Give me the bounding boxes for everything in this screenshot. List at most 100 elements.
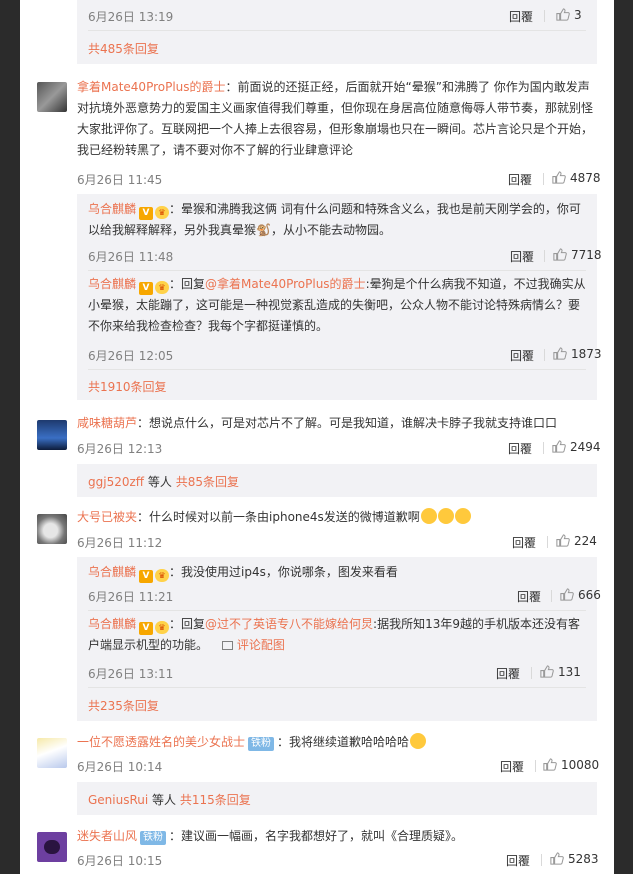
user-name[interactable]: 大号已被夹 — [77, 510, 137, 524]
thumbs-up-icon — [543, 758, 557, 771]
like-count: 3 — [574, 7, 582, 22]
comment-time: 6月26日 10:15 — [77, 854, 163, 868]
like-button[interactable]: 666 — [559, 587, 601, 602]
user-name[interactable]: 迷失者山风 — [77, 829, 137, 843]
crown-badge: ♛ — [155, 621, 170, 634]
reply-button[interactable]: 回覆 — [510, 248, 534, 265]
user-name[interactable]: 咸味糖葫芦 — [77, 416, 137, 430]
reply-button[interactable]: 回覆 — [508, 440, 532, 457]
reply-button[interactable]: 回覆 — [510, 347, 534, 364]
reply-button[interactable]: 回覆 — [508, 171, 532, 188]
user-name[interactable]: GeniusRui — [88, 793, 148, 807]
like-count: 666 — [578, 587, 601, 602]
more-replies-row: ggj520zff 等人 共85条回复 — [88, 475, 239, 489]
user-name[interactable]: 拿着Mate40ProPlus的爵士 — [77, 80, 226, 94]
comment-time: 6月26日 13:11 — [88, 667, 174, 681]
like-count: 2494 — [570, 439, 601, 454]
v-verified-badge: V — [139, 282, 154, 295]
sub-reply-text: 乌合麒麟 V ♛ ：我没使用过ip4s，你说哪条，图发来看看 — [88, 565, 398, 583]
comment-content: ：我将继续道歉哈哈哈哈 — [277, 735, 410, 749]
comment-time: 6月26日 11:45 — [77, 173, 163, 187]
avatar[interactable] — [37, 738, 67, 768]
user-name[interactable]: 乌合麒麟 — [88, 202, 136, 216]
emoji-icon — [437, 508, 454, 524]
comment-text: 拿着Mate40ProPlus的爵士：前面说的还挺正经，后面就开始“晕猴”和沸腾… — [77, 77, 597, 161]
thumbs-up-icon — [552, 440, 566, 453]
like-button[interactable]: 5283 — [549, 851, 599, 866]
v-verified-badge: V — [139, 570, 154, 583]
sub-reply-box: GeniusRui 等人 共115条回复 — [77, 782, 597, 815]
like-button[interactable]: 224 — [555, 533, 597, 548]
like-button[interactable]: 1873 — [552, 346, 602, 361]
user-name[interactable]: ggj520zff — [88, 475, 144, 489]
comment-text: 咸味糖葫芦：想说点什么，可是对芯片不了解。可是我知道，谁解决卡脖子我就支持谁口口 — [77, 413, 597, 434]
comment-text: 大号已被夹：什么时候对以前一条由iphone4s发送的微博道歉啊 — [77, 507, 597, 528]
sub-reply-text: 乌合麒麟 V ♛ ：晕猴和沸腾我这俩 词有什么问题和特殊含义么，我也是前天刚学会的，你… — [88, 202, 581, 237]
reply-button[interactable]: 回覆 — [517, 588, 541, 605]
avatar[interactable] — [37, 514, 67, 544]
fan-badge: 铁粉 — [140, 831, 167, 845]
like-count: 5283 — [568, 851, 599, 866]
sub-reply-box: 乌合麒麟 V ♛ ：我没使用过ip4s，你说哪条，图发来看看 6月26日 11:21 … — [77, 557, 601, 721]
v-verified-badge: V — [139, 207, 154, 220]
comment-time: 6月26日 12:05 — [88, 349, 174, 363]
fan-badge: 铁粉 — [248, 737, 275, 751]
avatar[interactable] — [37, 832, 67, 862]
more-replies-link[interactable]: 共1910条回复 — [88, 378, 167, 395]
like-count: 4878 — [570, 170, 601, 185]
mention-link[interactable]: @过不了英语专八不能嫁给何炅 — [205, 617, 373, 631]
like-button[interactable]: 131 — [539, 664, 581, 679]
avatar[interactable] — [37, 82, 67, 112]
thumbs-up-icon — [556, 534, 570, 547]
like-button[interactable]: 2494 — [551, 439, 601, 454]
comment-text: 一位不愿透露姓名的美少女战士 铁粉 ：我将继续道歉哈哈哈哈 — [77, 732, 597, 753]
more-replies-link[interactable]: 共85条回复 — [176, 475, 239, 489]
comment-time: 6月26日 12:13 — [77, 442, 163, 456]
comment-time: 6月26日 10:14 — [77, 760, 163, 774]
reply-button[interactable]: 回覆 — [500, 758, 524, 775]
sub-reply-text: 乌合麒麟 V ♛ ：回复@过不了英语专八不能嫁给何炅:据我所知13年9越的手机版本还没… — [88, 617, 580, 652]
user-name[interactable]: 乌合麒麟 — [88, 277, 136, 291]
like-button[interactable]: 3 — [555, 7, 582, 22]
comment-time: 6月26日 11:12 — [77, 536, 163, 550]
like-button[interactable]: 4878 — [551, 170, 601, 185]
more-replies-link[interactable]: 共115条回复 — [180, 793, 251, 807]
reply-button[interactable]: 回覆 — [509, 8, 533, 25]
like-count: 224 — [574, 533, 597, 548]
emoji-icon — [454, 508, 471, 524]
emoji-icon — [420, 508, 437, 524]
thumbs-up-icon — [560, 588, 574, 601]
thumbs-up-icon — [553, 248, 567, 261]
like-button[interactable]: 10080 — [542, 757, 599, 772]
user-name[interactable]: 一位不愿透露姓名的美少女战士 — [77, 735, 245, 749]
like-count: 131 — [558, 664, 581, 679]
crown-badge: ♛ — [155, 206, 170, 219]
v-verified-badge: V — [139, 622, 154, 635]
like-count: 10080 — [561, 757, 600, 772]
like-count: 1873 — [571, 346, 602, 361]
thumbs-up-icon — [540, 665, 554, 678]
reply-button[interactable]: 回覆 — [512, 534, 536, 551]
comment-time: 6月26日 11:48 — [88, 250, 174, 264]
like-button[interactable]: 7718 — [552, 247, 602, 262]
comment-content: ：什么时候对以前一条由iphone4s发送的微博道歉啊 — [137, 510, 420, 524]
comment-content: ：想说点什么，可是对芯片不了解。可是我知道，谁解决卡脖子我就支持谁口口 — [137, 416, 558, 430]
reply-button[interactable]: 回覆 — [496, 665, 520, 682]
user-name[interactable]: 乌合麒麟 — [88, 617, 136, 631]
comment-panel: 6月26日 13:19 回覆 3 共485条回复 拿着Mate40ProPlus… — [20, 0, 614, 874]
avatar[interactable] — [37, 420, 67, 450]
thumbs-up-icon — [550, 852, 564, 865]
mention-link[interactable]: @拿着Mate40ProPlus的爵士 — [205, 277, 366, 291]
emoji-icon — [410, 733, 427, 749]
comment-time: 6月26日 13:19 — [88, 10, 174, 24]
view-image-link[interactable]: 评论配图 — [221, 638, 285, 652]
more-replies-link[interactable]: 共485条回复 — [88, 40, 159, 57]
thumbs-up-icon — [556, 8, 570, 21]
comment-text: 迷失者山风 铁粉 ：建议画一幅画，名字我都想好了，就叫《合理质疑》。 — [77, 826, 597, 847]
sub-reply-text: 乌合麒麟 V ♛ ：回复@拿着Mate40ProPlus的爵士:晕狗是个什么病我不知道… — [88, 277, 586, 333]
image-icon — [221, 641, 233, 650]
user-name[interactable]: 乌合麒麟 — [88, 565, 136, 579]
more-replies-link[interactable]: 共235条回复 — [88, 697, 159, 714]
crown-badge: ♛ — [155, 569, 170, 582]
reply-button[interactable]: 回覆 — [506, 852, 530, 869]
